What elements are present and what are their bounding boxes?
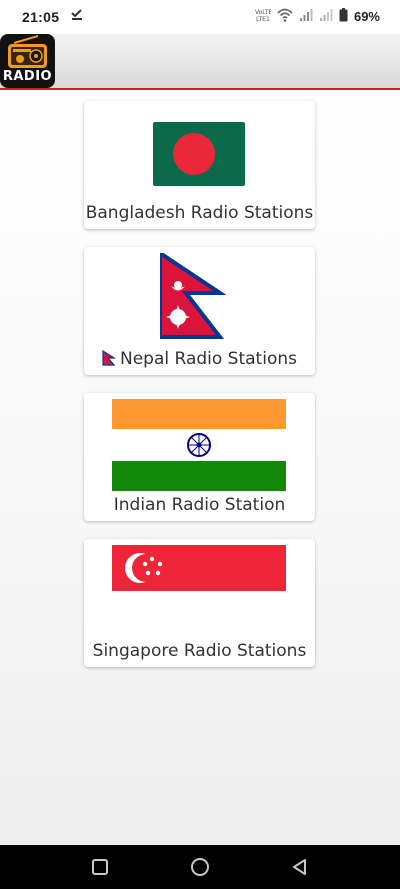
svg-text:VoLTE: VoLTE [255,9,271,16]
singapore-flag-icon [112,545,286,637]
battery-percent: 69% [353,9,380,24]
station-card-india[interactable]: Indian Radio Station [84,393,315,521]
app-logo-text: RADIO [2,69,53,84]
app-logo[interactable]: RADIO [0,34,55,88]
station-label: Bangladesh Radio Stations [85,203,314,223]
station-label-text: Nepal Radio Stations [120,349,297,369]
radio-icon [8,35,47,68]
signal-icon [299,8,313,25]
status-icons: VoLTE LTE1 69% [255,8,380,25]
wifi-icon [277,8,293,25]
signal-icon [319,8,333,25]
station-card-bangladesh[interactable]: Bangladesh Radio Stations [84,101,315,229]
status-bar: 21:05 VoLTE LTE1 69% [0,0,400,34]
svg-text:LTE1: LTE1 [256,16,270,22]
station-card-nepal[interactable]: Nepal Radio Stations [84,247,315,375]
bangladesh-flag-icon [153,122,245,186]
navigation-bar [0,845,400,889]
station-label: Nepal Radio Stations [84,349,315,369]
nepal-flag-icon [160,253,227,339]
download-done-icon [70,7,84,24]
battery-icon [339,8,348,25]
station-label: Singapore Radio Stations [92,641,307,661]
back-triangle-icon[interactable] [290,857,310,877]
nepal-flag-icon [102,349,117,366]
recents-square-icon[interactable] [90,857,110,877]
app-header: RADIO [0,34,400,90]
station-card-singapore[interactable]: Singapore Radio Stations [84,539,315,667]
station-label: Indian Radio Station [113,495,286,515]
home-circle-icon[interactable] [190,857,210,877]
volte-icon: VoLTE LTE1 [255,8,272,25]
status-time: 21:05 [22,9,60,25]
india-flag-icon [112,399,286,491]
station-list: Bangladesh Radio Stations Nepal Radio St… [84,101,315,685]
